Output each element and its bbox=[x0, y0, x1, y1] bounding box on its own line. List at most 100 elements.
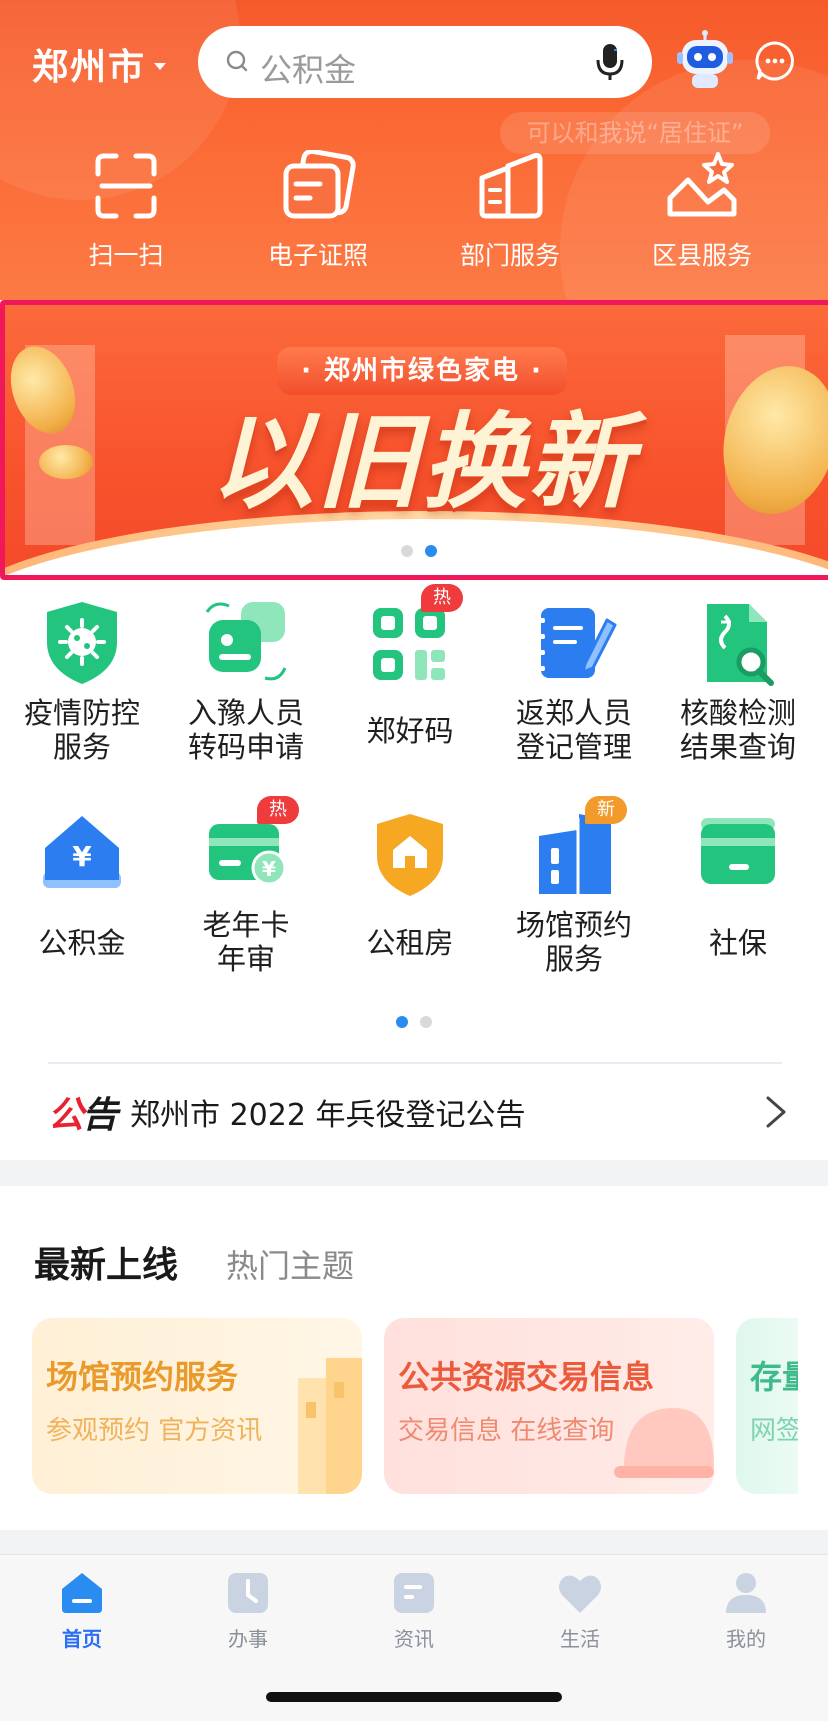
building-illustration-icon bbox=[298, 1358, 362, 1494]
chevron-right-icon bbox=[766, 1096, 786, 1128]
feature-card-inventory[interactable]: 存量 网签 bbox=[736, 1318, 798, 1494]
notice-tag-first: 公 bbox=[48, 1095, 84, 1136]
scan-icon bbox=[95, 153, 157, 219]
code-transfer-icon bbox=[205, 602, 287, 681]
hot-badge: 热 bbox=[257, 796, 299, 824]
svg-text:¥: ¥ bbox=[72, 840, 92, 873]
tab-latest[interactable]: 最新上线 bbox=[34, 1236, 178, 1288]
housing-fund-icon: ¥ bbox=[43, 816, 121, 888]
service-label: 社保 bbox=[708, 926, 767, 960]
caret-down-icon bbox=[154, 62, 167, 70]
service-return-registration[interactable]: 返郑人员 登记管理 bbox=[492, 598, 656, 764]
quick-action-label: 区县服务 bbox=[651, 241, 752, 270]
quick-action-district[interactable]: 区县服务 bbox=[622, 150, 782, 272]
tab-home[interactable]: 首页 bbox=[22, 1569, 142, 1652]
feature-card-public-resources[interactable]: 公共资源交易信息 交易信息 在线查询 bbox=[384, 1318, 714, 1494]
city-name: 郑州市 bbox=[32, 47, 147, 88]
social-security-card-icon bbox=[701, 818, 775, 884]
service-housing-fund[interactable]: ¥ 公积金 bbox=[0, 810, 164, 960]
tab-label: 资讯 bbox=[394, 1627, 434, 1651]
feature-card-subtitle: 交易信息 在线查询 bbox=[398, 1416, 615, 1446]
notice-bar[interactable]: 公告 郑州市 2022 年兵役登记公告 bbox=[48, 1090, 788, 1136]
notice-text: 郑州市 2022 年兵役登记公告 bbox=[130, 1098, 526, 1133]
notice-tag-second: 告 bbox=[82, 1095, 118, 1136]
service-zheng-hao-ma[interactable]: 热 郑好码 bbox=[328, 584, 492, 748]
tab-affairs[interactable]: 办事 bbox=[188, 1569, 308, 1652]
svg-text:¥: ¥ bbox=[262, 857, 276, 881]
tab-label: 办事 bbox=[228, 1627, 268, 1651]
quick-action-label: 电子证照 bbox=[267, 241, 368, 270]
tab-mine[interactable]: 我的 bbox=[686, 1569, 806, 1652]
notice-tag: 公告 bbox=[48, 1086, 118, 1138]
district-star-icon bbox=[667, 152, 737, 217]
service-social-security[interactable]: 社保 bbox=[656, 810, 820, 960]
search-placeholder: 公积金 bbox=[260, 51, 357, 89]
service-label: 返郑人员 登记管理 bbox=[515, 696, 632, 764]
heart-icon bbox=[559, 1575, 601, 1613]
feature-card-title: 公共资源交易信息 bbox=[398, 1358, 655, 1396]
quick-action-label: 部门服务 bbox=[459, 241, 560, 270]
home-indicator bbox=[266, 1692, 562, 1702]
service-senior-card[interactable]: ¥ 热 老年卡 年审 bbox=[164, 796, 328, 976]
public-rental-icon bbox=[377, 814, 443, 896]
promo-banner[interactable]: · 郑州市绿色家电 · 以旧换新 bbox=[0, 300, 834, 580]
microphone-icon[interactable] bbox=[592, 42, 628, 82]
service-epidemic-control[interactable]: 疫情防控 服务 bbox=[0, 598, 164, 764]
service-label: 核酸检测 结果查询 bbox=[679, 696, 796, 764]
clock-icon bbox=[228, 1573, 268, 1613]
banner-image: · 郑州市绿色家电 · 以旧换新 bbox=[5, 305, 829, 575]
department-icon bbox=[479, 153, 543, 219]
user-icon bbox=[726, 1573, 766, 1613]
tab-hot-topics[interactable]: 热门主题 bbox=[226, 1241, 354, 1287]
quick-action-label: 扫一扫 bbox=[88, 241, 164, 270]
news-icon bbox=[394, 1573, 434, 1613]
banner-curve-decor bbox=[5, 519, 829, 575]
tab-news[interactable]: 资讯 bbox=[354, 1569, 474, 1652]
banner-headline: 以旧换新 bbox=[209, 401, 634, 523]
registration-notebook-icon bbox=[535, 608, 617, 678]
quick-action-e-license[interactable]: 电子证照 bbox=[238, 150, 398, 272]
test-result-search-icon bbox=[707, 604, 774, 686]
city-selector[interactable]: 郑州市 bbox=[32, 38, 167, 90]
services-page-dot[interactable] bbox=[420, 1016, 432, 1028]
message-icon[interactable] bbox=[754, 40, 796, 82]
header: 郑州市 公积金 可以和我说“居住证” 扫一扫 电子证照 部门服务 区县服务 bbox=[0, 0, 828, 300]
section-separator bbox=[0, 1160, 828, 1186]
id-cards-icon bbox=[283, 150, 356, 219]
service-label: 场馆预约 服务 bbox=[515, 908, 632, 976]
service-nucleic-result[interactable]: 核酸检测 结果查询 bbox=[656, 598, 820, 764]
service-public-rental[interactable]: 公租房 bbox=[328, 810, 492, 960]
feature-card-subtitle: 参观预约 官方资讯 bbox=[46, 1416, 263, 1446]
divider bbox=[48, 1062, 782, 1064]
feature-card-subtitle: 网签 bbox=[750, 1416, 798, 1446]
page-edge bbox=[828, 0, 834, 1721]
banner-page-dot[interactable] bbox=[401, 545, 413, 557]
hot-badge: 热 bbox=[421, 584, 463, 612]
section-separator bbox=[0, 1530, 828, 1554]
assistant-robot-icon[interactable] bbox=[676, 30, 734, 94]
service-code-transfer[interactable]: 入豫人员 转码申请 bbox=[164, 598, 328, 764]
search-bar[interactable]: 公积金 bbox=[198, 26, 652, 98]
feature-card-venue[interactable]: 场馆预约服务 参观预约 官方资讯 bbox=[32, 1318, 362, 1494]
tab-label: 生活 bbox=[560, 1627, 600, 1651]
service-venue-booking[interactable]: 新 场馆预约 服务 bbox=[492, 796, 656, 976]
service-label: 老年卡 年审 bbox=[202, 908, 290, 976]
service-label: 郑好码 bbox=[366, 714, 454, 748]
service-label: 入豫人员 转码申请 bbox=[187, 696, 304, 764]
home-icon bbox=[62, 1573, 102, 1613]
tab-life[interactable]: 生活 bbox=[520, 1569, 640, 1652]
tab-label: 首页 bbox=[62, 1627, 102, 1651]
feature-card-title: 场馆预约服务 bbox=[46, 1358, 239, 1396]
latest-tabs: 最新上线 热门主题 bbox=[34, 1236, 354, 1288]
quick-action-department[interactable]: 部门服务 bbox=[430, 150, 590, 272]
service-label: 疫情防控 服务 bbox=[23, 696, 140, 764]
banner-page-dot-active[interactable] bbox=[425, 545, 437, 557]
service-label: 公租房 bbox=[366, 926, 454, 960]
feature-card-title: 存量 bbox=[750, 1358, 798, 1396]
tab-label: 我的 bbox=[726, 1627, 766, 1651]
new-badge: 新 bbox=[585, 796, 627, 824]
epidemic-shield-icon bbox=[47, 602, 117, 684]
quick-action-scan[interactable]: 扫一扫 bbox=[46, 150, 206, 272]
service-label: 公积金 bbox=[38, 926, 126, 960]
services-page-dot-active[interactable] bbox=[396, 1016, 408, 1028]
